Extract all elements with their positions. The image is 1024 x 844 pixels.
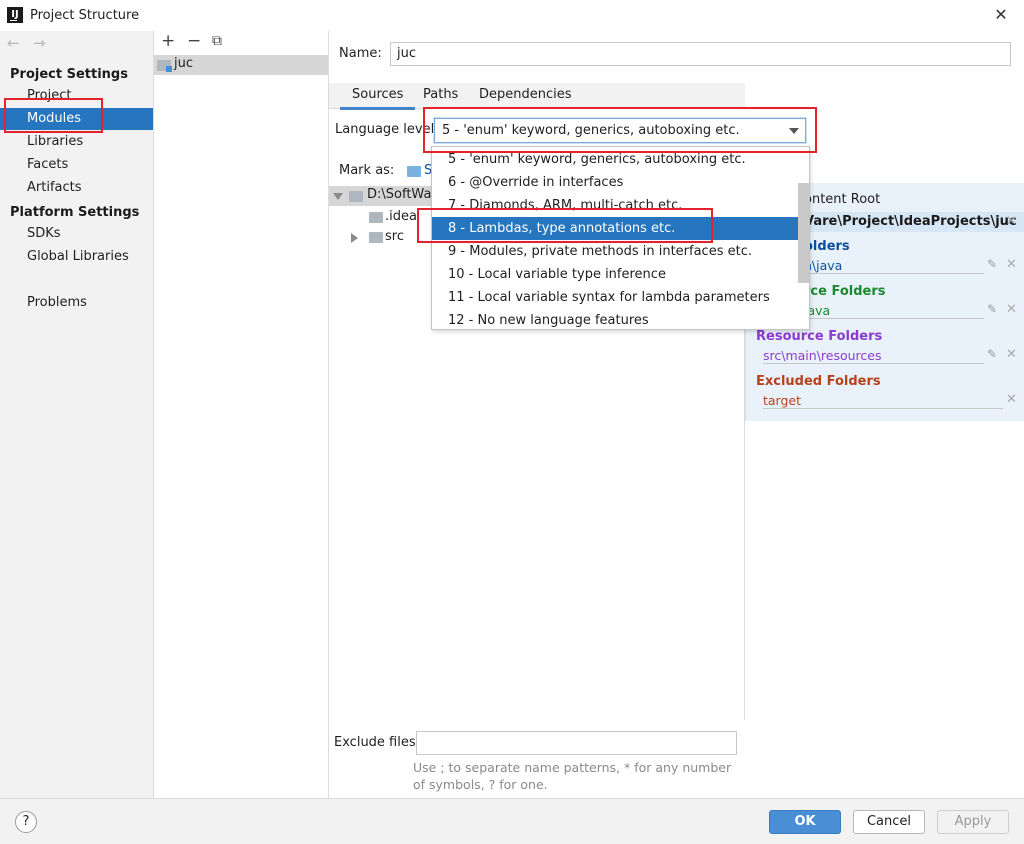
sidebar-item-modules[interactable]: Modules <box>0 108 153 130</box>
list-item[interactable]: juc <box>154 55 328 75</box>
language-level-dropdown: 5 - 'enum' keyword, generics, autoboxing… <box>431 146 810 330</box>
title-bar: IJ Project Structure ✕ <box>0 0 1024 31</box>
module-tabs: Sources Paths Dependencies <box>329 83 745 110</box>
remove-module-button[interactable]: − <box>187 31 201 53</box>
module-folder-icon <box>157 60 172 72</box>
dropdown-option-6[interactable]: 6 - @Override in interfaces <box>432 171 798 194</box>
remove-content-root-icon[interactable]: ✕ <box>1006 214 1017 229</box>
copy-module-button[interactable]: ⧉ <box>212 31 222 53</box>
help-button[interactable]: ? <box>15 811 37 833</box>
tree-item-label: src <box>385 229 404 244</box>
excluded-folder-path: target <box>763 393 1003 409</box>
language-level-select[interactable]: 5 - 'enum' keyword, generics, autoboxing… <box>434 118 806 143</box>
platform-settings-header: Platform Settings <box>10 205 140 220</box>
tab-sources[interactable]: Sources <box>340 83 416 110</box>
test-folder-path: java <box>804 303 984 319</box>
remove-folder-icon[interactable]: ✕ <box>1006 347 1017 362</box>
expand-arrow-icon[interactable] <box>333 193 343 200</box>
edit-pencil-icon[interactable]: ✎ <box>987 347 997 361</box>
window-title: Project Structure <box>30 8 140 23</box>
content-root-path: Vare\Project\IdeaProjects\juc <box>804 214 1017 229</box>
test-folders-header: rce Folders <box>804 284 886 299</box>
folder-icon <box>369 232 383 243</box>
sources-folder-icon[interactable] <box>407 166 421 177</box>
ok-button[interactable]: OK <box>769 810 841 834</box>
forward-arrow-icon[interactable]: → <box>33 34 46 52</box>
remove-folder-icon[interactable]: ✕ <box>1006 257 1017 272</box>
intellij-app-icon: IJ <box>7 7 23 23</box>
dialog-footer: ? OK Cancel Apply <box>0 798 1024 844</box>
language-level-value: 5 - 'enum' keyword, generics, autoboxing… <box>442 123 740 138</box>
tab-paths[interactable]: Paths <box>411 83 470 109</box>
edit-pencil-icon[interactable]: ✎ <box>987 302 997 316</box>
sidebar-item-artifacts[interactable]: Artifacts <box>0 177 153 199</box>
dropdown-option-11[interactable]: 11 - Local variable syntax for lambda pa… <box>432 286 798 309</box>
apply-button[interactable]: Apply <box>937 810 1009 834</box>
name-label: Name: <box>339 46 382 61</box>
dropdown-option-8[interactable]: 8 - Lambdas, type annotations etc. <box>432 217 798 240</box>
project-settings-header: Project Settings <box>10 67 128 82</box>
module-name-input[interactable]: juc <box>390 42 1011 66</box>
sidebar-item-project[interactable]: Project <box>0 85 153 107</box>
sidebar-item-sdks[interactable]: SDKs <box>0 223 153 245</box>
sidebar-item-problems[interactable]: Problems <box>0 292 153 314</box>
modules-list-panel: + − ⧉ juc <box>154 31 329 798</box>
dropdown-option-9[interactable]: 9 - Modules, private methods in interfac… <box>432 240 798 263</box>
dropdown-option-5[interactable]: 5 - 'enum' keyword, generics, autoboxing… <box>432 148 798 171</box>
close-icon[interactable]: ✕ <box>992 6 1010 24</box>
add-content-root-button[interactable]: ontent Root <box>804 192 880 207</box>
back-arrow-icon[interactable]: ← <box>7 34 20 52</box>
sidebar-item-libraries[interactable]: Libraries <box>0 131 153 153</box>
language-level-label: Language level: <box>335 122 439 137</box>
folder-icon <box>349 191 363 202</box>
exclude-files-label: Exclude files: <box>334 735 421 750</box>
tab-dependencies[interactable]: Dependencies <box>467 83 584 109</box>
chevron-down-icon <box>789 128 799 134</box>
resource-folder-path: src\main\resources <box>763 348 984 364</box>
folder-icon <box>369 212 383 223</box>
exclude-files-input[interactable] <box>416 731 737 755</box>
remove-folder-icon[interactable]: ✕ <box>1006 302 1017 317</box>
remove-folder-icon[interactable]: ✕ <box>1006 392 1017 407</box>
sidebar-item-facets[interactable]: Facets <box>0 154 153 176</box>
tree-item-label: .idea <box>385 209 417 224</box>
add-module-button[interactable]: + <box>161 31 175 53</box>
dropdown-option-12[interactable]: 12 - No new language features <box>432 309 798 332</box>
settings-sidebar: ← → Project Settings Project Modules Lib… <box>0 31 154 798</box>
edit-pencil-icon[interactable]: ✎ <box>987 257 997 271</box>
tree-root-path: D:\SoftWar <box>367 187 437 202</box>
dropdown-scrollbar[interactable] <box>798 183 809 283</box>
collapse-arrow-icon[interactable] <box>351 233 358 243</box>
dropdown-option-10[interactable]: 10 - Local variable type inference <box>432 263 798 286</box>
sidebar-item-global-libraries[interactable]: Global Libraries <box>0 246 153 268</box>
excluded-folders-header: Excluded Folders <box>756 374 881 389</box>
source-folder-path: n\java <box>804 258 984 274</box>
module-name: juc <box>174 56 193 71</box>
exclude-files-hint: Use ; to separate name patterns, * for a… <box>413 760 732 792</box>
mark-as-label: Mark as: <box>339 163 395 178</box>
dropdown-option-7[interactable]: 7 - Diamonds, ARM, multi-catch etc. <box>432 194 798 217</box>
cancel-button[interactable]: Cancel <box>853 810 925 834</box>
source-folders-header: olders <box>804 239 850 254</box>
